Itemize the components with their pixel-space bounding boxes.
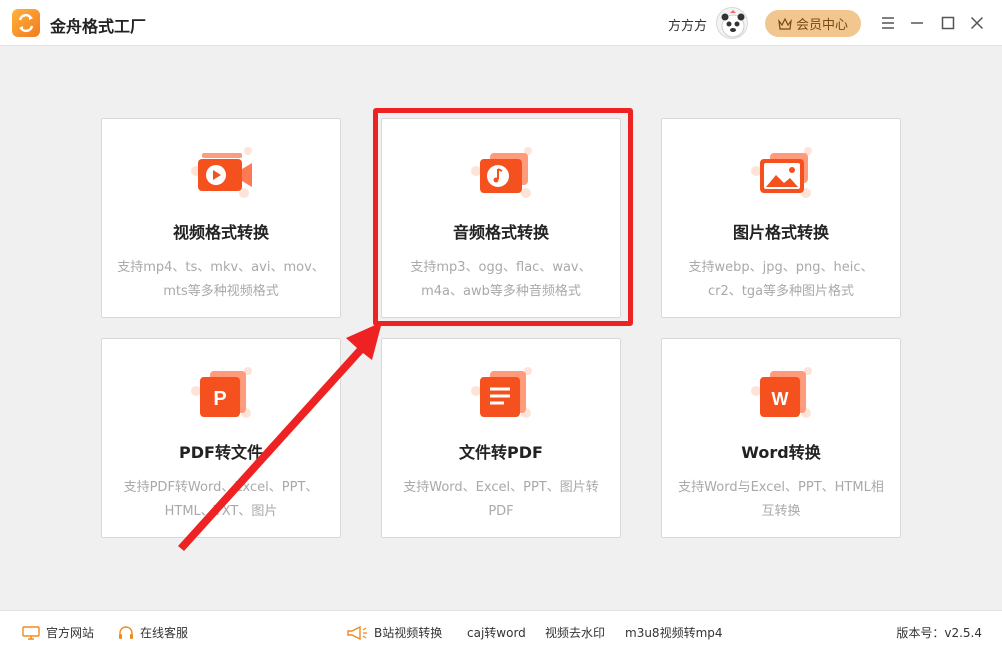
version-label: 版本号：v2.5.4 xyxy=(896,626,982,640)
menu-icon xyxy=(882,17,894,29)
word-icon: W xyxy=(748,361,816,421)
online-support-label: 在线客服 xyxy=(140,626,189,640)
footer-link-label: 视频去水印 xyxy=(545,626,606,640)
user-avatar[interactable] xyxy=(716,7,748,39)
card-description: 支持webp、jpg、png、heic、cr2、tga等多种图片格式 xyxy=(688,260,874,299)
card-description: 支持PDF转Word、Excel、PPT、HTML、TXT、图片 xyxy=(123,480,319,519)
online-support-link[interactable]: 在线客服 xyxy=(118,624,188,641)
card-description: 支持mp4、ts、mkv、avi、mov、mts等多种视频格式 xyxy=(117,260,325,299)
maximize-button[interactable] xyxy=(937,12,959,34)
card-title: 视频格式转换 xyxy=(172,223,269,242)
close-button[interactable] xyxy=(966,12,988,34)
official-website-link[interactable]: 官方网站 xyxy=(22,624,94,641)
pdf-icon: P xyxy=(188,361,256,421)
annotation-arrow xyxy=(178,322,382,551)
caj-to-word-link[interactable]: caj转word xyxy=(467,624,526,641)
card-description: 支持Word、Excel、PPT、图片转PDF xyxy=(403,480,599,519)
card-image-convert[interactable]: 图片格式转换 支持webp、jpg、png、heic、cr2、tga等多种图片格… xyxy=(661,118,901,318)
minimize-button[interactable] xyxy=(906,12,928,34)
remove-watermark-link[interactable]: 视频去水印 xyxy=(545,624,605,641)
minimize-icon xyxy=(911,22,923,24)
monitor-icon xyxy=(22,625,40,640)
card-audio-convert[interactable]: 音频格式转换 支持mp3、ogg、flac、wav、m4a、awb等多种音频格式 xyxy=(381,118,621,318)
card-description: 支持mp3、ogg、flac、wav、m4a、awb等多种音频格式 xyxy=(410,260,592,299)
m3u8-to-mp4-link[interactable]: m3u8视频转mp4 xyxy=(625,624,723,641)
audio-icon xyxy=(468,141,536,201)
username[interactable]: 方方方 xyxy=(668,15,707,34)
close-icon xyxy=(970,16,984,30)
headset-icon xyxy=(119,625,133,639)
document-icon xyxy=(468,361,536,421)
card-description: 支持Word与Excel、PPT、HTML相互转换 xyxy=(678,480,884,519)
maximize-icon xyxy=(941,16,955,30)
crown-icon xyxy=(778,17,792,30)
word-letter: W xyxy=(772,389,789,409)
card-title: Word转换 xyxy=(741,443,821,462)
vip-center-label: 会员中心 xyxy=(795,18,848,33)
footer-link-label: B站视频转换 xyxy=(374,626,443,640)
vip-center-button[interactable]: 会员中心 xyxy=(765,10,861,37)
footer-link-label: m3u8视频转mp4 xyxy=(625,626,723,640)
footer-bar: 官方网站 在线客服 B站视频转换 caj转word 视频去水印 m3u8视频转m… xyxy=(0,610,1002,652)
card-title: 图片格式转换 xyxy=(732,223,829,242)
pdf-letter: P xyxy=(213,388,226,410)
card-title: 文件转PDF xyxy=(459,443,543,462)
bilibili-convert-link[interactable]: B站视频转换 xyxy=(346,624,442,641)
menu-button[interactable] xyxy=(877,12,899,34)
app-logo-icon xyxy=(12,9,40,37)
video-icon xyxy=(188,141,256,201)
megaphone-icon xyxy=(347,625,367,640)
card-title: PDF转文件 xyxy=(179,443,263,462)
card-word-convert[interactable]: W Word转换 支持Word与Excel、PPT、HTML相互转换 xyxy=(661,338,901,538)
card-title: 音频格式转换 xyxy=(452,223,549,242)
card-video-convert[interactable]: 视频格式转换 支持mp4、ts、mkv、avi、mov、mts等多种视频格式 xyxy=(101,118,341,318)
footer-link-label: caj转word xyxy=(467,626,526,640)
app-title: 金舟格式工厂 xyxy=(50,17,147,36)
official-website-label: 官方网站 xyxy=(46,626,95,640)
card-pdf-to-file[interactable]: P PDF转文件 支持PDF转Word、Excel、PPT、HTML、TXT、图… xyxy=(101,338,341,538)
title-bar: 金舟格式工厂 方方方 会员中心 xyxy=(0,0,1002,46)
card-file-to-pdf[interactable]: 文件转PDF 支持Word、Excel、PPT、图片转PDF xyxy=(381,338,621,538)
image-icon xyxy=(748,141,816,201)
